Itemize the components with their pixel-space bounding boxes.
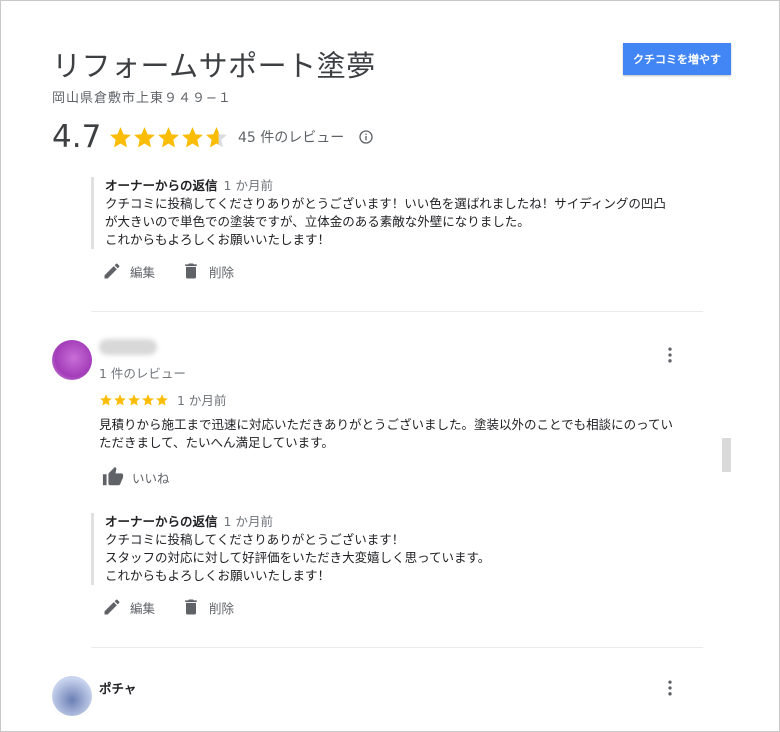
business-title: リフォームサポート塗夢 — [52, 49, 376, 83]
average-rating: 4.7 — [52, 119, 102, 155]
reviewer-review-count: 1 件のレビュー — [99, 366, 186, 381]
edit-icon — [104, 599, 120, 615]
edit-reply-button[interactable]: 編集 — [102, 597, 155, 617]
like-button[interactable]: いいね — [102, 466, 170, 488]
more-vert-icon[interactable] — [660, 678, 680, 698]
owner-reply: オーナーからの返信 1 か月前 クチコミに投稿してくださりありがとうございます！… — [91, 177, 666, 249]
edit-reply-button[interactable]: 編集 — [102, 261, 155, 281]
reviewer-name[interactable]: ポチャ — [99, 678, 136, 697]
review-text: 見積りから施工まで迅速に対応いただきありがとうございました。塗装以外のことでも相… — [99, 416, 709, 452]
thumb-up-icon — [102, 466, 124, 486]
get-more-reviews-button[interactable]: クチコミを増やす — [623, 43, 731, 75]
review-panel: リフォームサポート塗夢 岡山県倉敷市上東９４９−１ クチコミを増やす 4.7 4… — [0, 0, 780, 732]
delete-label: 削除 — [209, 264, 235, 280]
review-divider — [91, 311, 703, 312]
star-icon — [142, 393, 154, 406]
edit-label: 編集 — [130, 600, 156, 616]
reviewer-avatar[interactable] — [52, 340, 92, 380]
owner-reply-line: これからもよろしくお願いいたします！ — [105, 568, 331, 583]
edit-label: 編集 — [130, 264, 156, 280]
star-icon — [134, 126, 155, 147]
owner-reply-actions: 編集 削除 — [102, 597, 260, 617]
star-icon — [114, 393, 126, 406]
reviewer-name-redacted[interactable] — [99, 339, 157, 355]
business-address: 岡山県倉敷市上東９４９−１ — [52, 91, 232, 106]
owner-reply-label: オーナーからの返信 — [105, 514, 218, 529]
owner-reply-line: スタッフの対応に対して好評価をいただき大変嬉しく思っています。 — [105, 550, 491, 565]
info-icon[interactable] — [358, 129, 374, 145]
star-icon — [110, 126, 131, 147]
review-count-link[interactable]: 45 件のレビュー — [238, 127, 344, 147]
star-icon — [158, 126, 179, 147]
owner-reply-label: オーナーからの返信 — [105, 178, 218, 193]
star-icon — [156, 393, 168, 406]
delete-icon — [185, 263, 197, 279]
star-icon — [182, 126, 203, 147]
star-icon — [128, 393, 140, 406]
owner-reply-actions: 編集 削除 — [102, 261, 260, 281]
like-label: いいね — [132, 470, 170, 486]
delete-label: 削除 — [209, 600, 235, 616]
owner-reply-time: 1 か月前 — [223, 514, 273, 529]
review-divider — [91, 647, 703, 648]
star-icon — [100, 393, 112, 406]
review-text-line: ただきまして、たいへん満足しています。 — [99, 435, 334, 450]
review-actions: いいね — [102, 466, 196, 488]
half-star-icon — [206, 126, 227, 147]
owner-reply-line: クチコミに投稿してくださりありがとうございます！いい色を選ばれましたね！サイディ… — [105, 196, 666, 211]
owner-reply-line: が大きいので単色での塗装ですが、立体金のある素敵な外壁になりました。 — [105, 214, 530, 229]
owner-reply: オーナーからの返信 1 か月前 クチコミに投稿してくださりありがとうございます！… — [91, 513, 490, 585]
reviewer-avatar[interactable] — [52, 676, 92, 716]
review-stars: 1 か月前 — [99, 390, 226, 409]
scrollbar-thumb[interactable] — [722, 438, 731, 472]
review-time: 1 か月前 — [177, 393, 227, 408]
owner-reply-line: これからもよろしくお願いいたします！ — [105, 232, 331, 247]
rating-summary: 4.7 45 件のレビュー — [52, 119, 374, 155]
owner-reply-line: クチコミに投稿してくださりありがとうございます！ — [105, 532, 405, 547]
delete-reply-button[interactable]: 削除 — [181, 597, 234, 617]
edit-icon — [104, 263, 120, 279]
delete-reply-button[interactable]: 削除 — [181, 261, 234, 281]
more-vert-icon[interactable] — [660, 345, 680, 365]
review-text-line: 見積りから施工まで迅速に対応いただきありがとうございました。塗装以外のことでも相… — [99, 417, 674, 432]
rating-stars — [108, 125, 228, 150]
delete-icon — [185, 599, 197, 615]
owner-reply-time: 1 か月前 — [223, 178, 273, 193]
